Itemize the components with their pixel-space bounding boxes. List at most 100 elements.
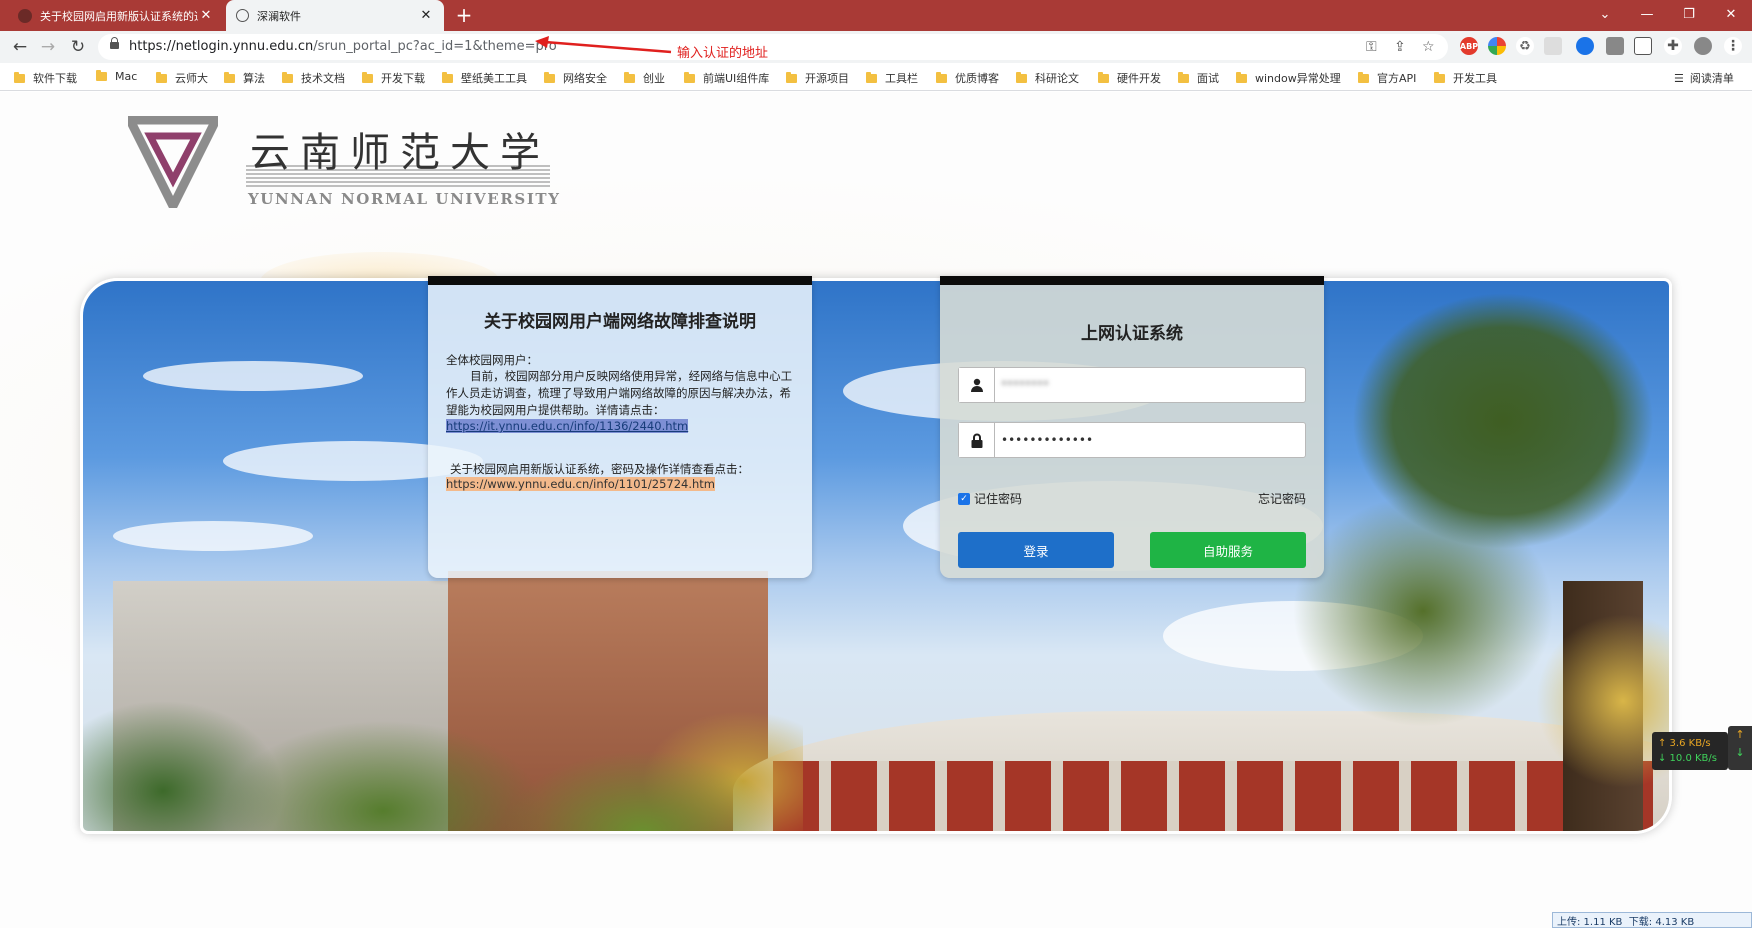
bookmark-folder[interactable]: 云师大: [156, 70, 208, 86]
bookmark-label: 硬件开发: [1117, 72, 1161, 85]
bookmark-label: 技术文档: [301, 72, 345, 85]
tabs-icon[interactable]: [1634, 37, 1652, 55]
bookmark-folder[interactable]: 工具栏: [866, 70, 918, 86]
upload-speed: ↑ 3.6 KB/s: [1658, 738, 1711, 749]
bookmark-folder[interactable]: 壁纸美工工具: [442, 70, 527, 86]
folder-icon: [156, 71, 167, 83]
bookmark-folder[interactable]: 创业: [624, 70, 665, 86]
bookmark-label: 开源项目: [805, 72, 849, 85]
reload-icon[interactable]: ↻: [66, 35, 90, 59]
logo-english-text: YUNNAN NORMAL UNIVERSITY: [248, 190, 561, 208]
bookmark-folder[interactable]: 面试: [1178, 70, 1219, 86]
logo-chinese-text: 云南师范大学: [250, 132, 550, 176]
bookmark-label: window异常处理: [1255, 72, 1341, 85]
remember-password-checkbox[interactable]: ✓ 记住密码: [958, 490, 1022, 507]
tab-notice[interactable]: 关于校园网启用新版认证系统的通知 ✕: [8, 0, 224, 31]
bookmark-label: 云师大: [175, 72, 208, 85]
net-speed-widget: ↑ 3.6 KB/s ↓ 10.0 KB/s: [1652, 732, 1728, 770]
lock-icon[interactable]: [110, 37, 119, 49]
bookmark-folder[interactable]: 科研论文: [1016, 70, 1079, 86]
bookmark-label: 官方API: [1377, 72, 1417, 85]
key-icon[interactable]: ⚿: [1366, 39, 1377, 55]
password-input[interactable]: [1001, 429, 1291, 451]
share-icon[interactable]: ⇪: [1394, 39, 1406, 55]
notice-body: 目前，校园网部分用户反映网络使用异常，经网络与信息中心工作人员走访调查，梳理了导…: [446, 369, 793, 417]
star-icon[interactable]: ☆: [1422, 39, 1435, 55]
net-speed-toggle[interactable]: ↑ ↓: [1728, 726, 1752, 770]
notice-title: 关于校园网用户端网络故障排查说明: [484, 312, 756, 332]
bookmark-folder[interactable]: 开源项目: [786, 70, 849, 86]
forward-icon[interactable]: →: [36, 35, 60, 59]
menu-icon[interactable]: ⋮: [1724, 37, 1742, 55]
bookmark-folder[interactable]: 技术文档: [282, 70, 345, 86]
bookmark-folder[interactable]: 软件下载: [14, 70, 77, 86]
bookmark-label: 工具栏: [885, 72, 918, 85]
reading-list-label: 阅读清单: [1689, 72, 1734, 85]
bookmark-folder[interactable]: Mac: [96, 70, 137, 83]
self-service-button[interactable]: 自助服务: [1150, 532, 1306, 568]
user-icon: [959, 368, 995, 402]
bookmark-label: 算法: [243, 72, 265, 85]
cloud: [113, 521, 313, 551]
folder-icon: [544, 71, 555, 83]
puzzle-icon[interactable]: ✚: [1664, 37, 1682, 55]
username-input[interactable]: [1001, 374, 1291, 396]
password-field[interactable]: [958, 422, 1306, 458]
download-speed: ↓ 10.0 KB/s: [1658, 753, 1717, 764]
auth-info-link[interactable]: https://www.ynnu.edu.cn/info/1101/25724.…: [446, 477, 715, 491]
checkbox-checked-icon[interactable]: ✓: [958, 492, 970, 505]
bookmark-folder[interactable]: 开发工具: [1434, 70, 1497, 86]
bookmark-label: 前端UI组件库: [703, 72, 770, 85]
bookmark-folder[interactable]: 优质博客: [936, 70, 999, 86]
tab-title: 深澜软件: [257, 9, 301, 23]
bookmark-folder[interactable]: 算法: [224, 70, 265, 86]
bookmark-label: 开发工具: [1453, 72, 1497, 85]
address-bar[interactable]: https://netlogin.ynnu.edu.cn/srun_portal…: [98, 34, 1448, 60]
folder-icon: [624, 71, 635, 83]
close-window-button[interactable]: ✕: [1712, 0, 1750, 28]
profile-avatar-icon[interactable]: [1694, 37, 1712, 55]
bookmark-folder[interactable]: 前端UI组件库: [684, 70, 769, 86]
folder-icon: [1178, 71, 1189, 83]
google-extension-icon[interactable]: [1488, 37, 1506, 55]
bookmark-folder[interactable]: 硬件开发: [1098, 70, 1161, 86]
restore-button[interactable]: ❐: [1670, 0, 1708, 28]
login-button[interactable]: 登录: [958, 532, 1114, 568]
store-icon[interactable]: [1606, 37, 1624, 55]
download-total: 下载: 4.13 KB: [1628, 917, 1695, 928]
back-icon[interactable]: ←: [8, 35, 32, 59]
notice-auth-text: 关于校园网启用新版认证系统，密码及操作详情查看点击：: [450, 462, 749, 476]
bookmark-folder[interactable]: 开发下载: [362, 70, 425, 86]
bookmark-label: 软件下载: [33, 72, 77, 85]
bookmark-folder[interactable]: 官方API: [1358, 70, 1416, 86]
recycle-icon[interactable]: ♻: [1516, 37, 1534, 55]
forgot-password-link[interactable]: 忘记密码: [1258, 490, 1306, 507]
folder-icon: [684, 71, 695, 83]
new-tab-button[interactable]: +: [452, 3, 476, 27]
reading-list-icon: ☰: [1674, 71, 1684, 85]
bookmark-folder[interactable]: window异常处理: [1236, 70, 1341, 86]
bookmark-label: 优质博客: [955, 72, 999, 85]
screen-icon[interactable]: [1544, 37, 1562, 55]
bookmarks-bar: 软件下载 Mac 云师大 算法 技术文档 开发下载 壁纸美工工具 网络安全 创业…: [0, 63, 1752, 91]
folder-icon: [1358, 71, 1369, 83]
troubleshoot-link[interactable]: https://it.ynnu.edu.cn/info/1136/2440.ht…: [446, 419, 689, 433]
url-text[interactable]: https://netlogin.ynnu.edu.cn/srun_portal…: [129, 39, 557, 54]
url-host: https://netlogin.ynnu.edu.cn: [129, 39, 314, 54]
close-tab-icon[interactable]: ✕: [198, 8, 214, 23]
tab-search-button[interactable]: ⌄: [1586, 0, 1624, 28]
adblock-label: ABP: [1459, 41, 1479, 51]
bookmark-label: 创业: [643, 72, 665, 85]
bookmark-label: 科研论文: [1035, 72, 1079, 85]
reading-list-button[interactable]: ☰ 阅读清单: [1674, 70, 1734, 86]
extension-blue-icon[interactable]: [1576, 37, 1594, 55]
username-field[interactable]: [958, 367, 1306, 403]
close-tab-icon[interactable]: ✕: [418, 8, 434, 23]
bookmark-folder[interactable]: 网络安全: [544, 70, 607, 86]
folder-icon: [866, 71, 877, 83]
lock-icon: [959, 423, 995, 457]
minimize-button[interactable]: —: [1628, 0, 1666, 28]
folder-icon: [14, 71, 25, 83]
adblock-icon[interactable]: ABP: [1460, 37, 1478, 55]
tab-srun[interactable]: 深澜软件 ✕: [226, 0, 444, 31]
